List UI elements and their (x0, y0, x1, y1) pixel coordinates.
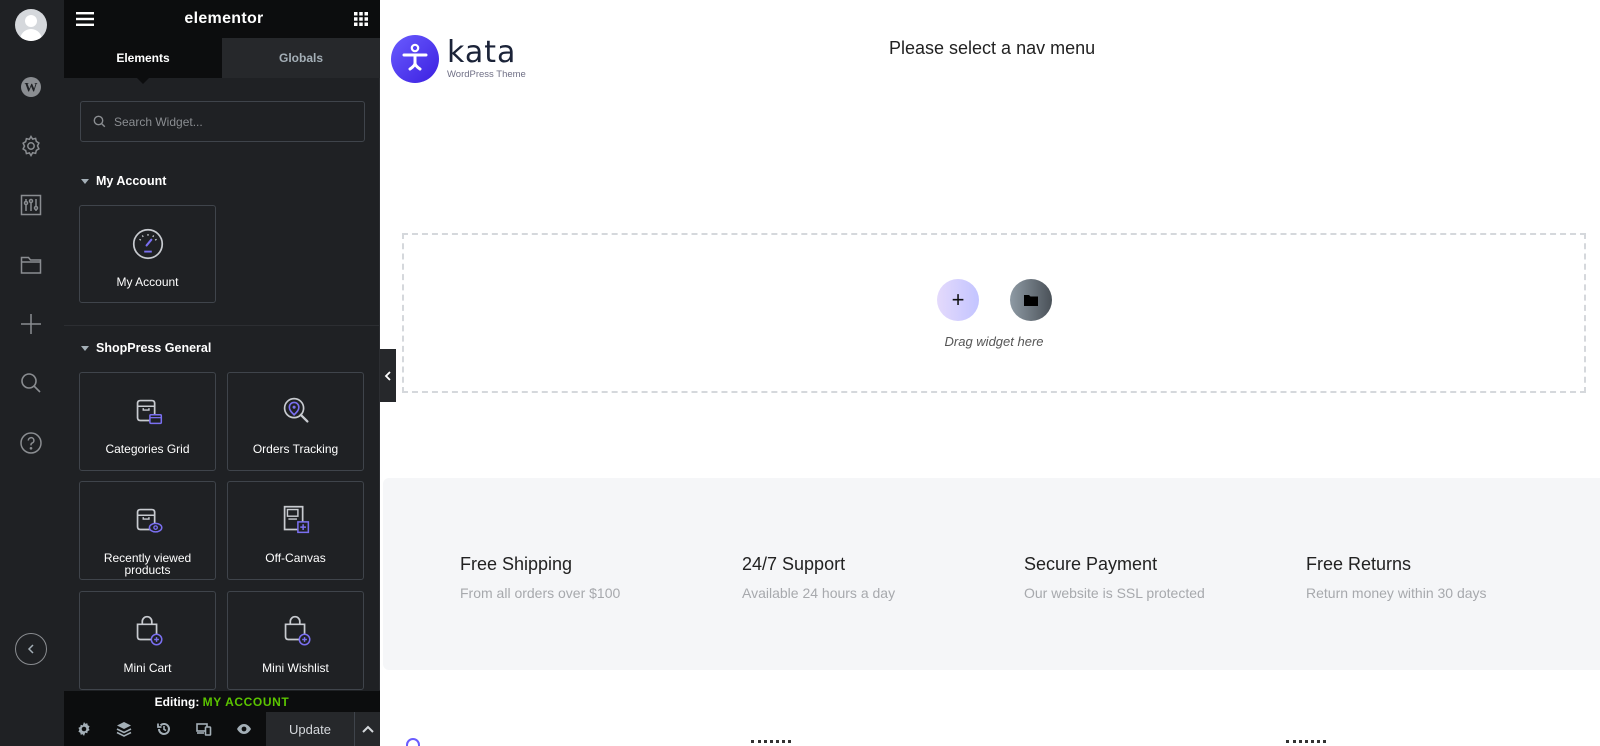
widget-label: Mini Cart (123, 661, 172, 675)
partial-icon-below-fold (406, 738, 420, 746)
search-widget-input[interactable] (114, 114, 354, 129)
bag-plus-icon (128, 610, 168, 650)
folder-icon (1024, 295, 1038, 306)
collapse-rail-button[interactable] (15, 633, 47, 665)
widget-label: Off-Canvas (265, 551, 326, 565)
folder-icon[interactable] (16, 250, 46, 280)
dashboard-gauge-icon (128, 224, 168, 264)
preview-button[interactable] (224, 712, 264, 746)
location-search-icon (276, 391, 316, 431)
navigator-layers-icon (116, 722, 132, 737)
empty-section-dropzone[interactable]: + Drag widget here (402, 233, 1586, 393)
tab-globals[interactable]: Globals (222, 38, 380, 78)
feature-item: Secure Payment Our website is SSL protec… (1024, 554, 1205, 601)
site-logo[interactable]: kata WordPress Theme (391, 35, 526, 83)
settings-icon (78, 722, 90, 736)
user-avatar[interactable] (15, 9, 47, 41)
feature-subtitle: Available 24 hours a day (742, 585, 896, 601)
elementor-panel: elementor Elements Globals My Account My… (64, 0, 380, 746)
feature-item: Free Shipping From all orders over $100 (460, 554, 620, 601)
feature-item: 24/7 Support Available 24 hours a day (742, 554, 895, 601)
chevron-up-icon (361, 725, 374, 733)
editing-prefix: Editing: (154, 695, 200, 709)
bag-plus-icon (276, 610, 316, 650)
kata-logo-mark-icon (391, 35, 439, 83)
widget-mini-cart[interactable]: Mini Cart (79, 591, 216, 690)
help-icon[interactable] (16, 428, 46, 458)
widget-label: Orders Tracking (252, 442, 339, 456)
widget-label: My Account (116, 275, 179, 289)
preview-eye-icon (237, 724, 251, 734)
panel-tabs: Elements Globals (64, 38, 380, 84)
widget-recently-viewed[interactable]: Recently viewed products (79, 481, 216, 580)
history-button[interactable] (144, 712, 184, 746)
hamburger-menu-icon[interactable] (76, 12, 94, 26)
panel-header: elementor (64, 0, 380, 38)
editing-document-bar: Editing: MY ACCOUNT (64, 690, 380, 712)
panel-plus-icon (276, 500, 316, 540)
category-my-account[interactable]: My Account (81, 174, 166, 188)
history-icon (157, 722, 170, 735)
feature-title: 24/7 Support (742, 554, 846, 574)
update-button[interactable]: Update (266, 712, 354, 746)
template-library-button[interactable] (1010, 279, 1052, 321)
box-eye-icon (128, 500, 168, 540)
feature-title: Free Returns (1306, 554, 1412, 574)
add-section-button[interactable]: + (937, 279, 979, 321)
widget-label: Mini Wishlist (262, 661, 329, 675)
feature-subtitle: From all orders over $100 (460, 585, 621, 601)
settings-button[interactable] (64, 712, 104, 746)
save-options-button[interactable] (354, 712, 380, 746)
caret-down-icon (81, 345, 89, 351)
category-shoppress-general[interactable]: ShopPress General (81, 341, 211, 355)
widget-orders-tracking[interactable]: Orders Tracking (227, 372, 364, 471)
sliders-icon[interactable] (16, 190, 46, 220)
widget-search (80, 101, 365, 142)
partial-text-below-fold (751, 740, 791, 746)
drag-widget-hint: Drag widget here (944, 334, 1044, 349)
icon-rail: W (0, 0, 64, 746)
search-icon (93, 115, 106, 128)
elementor-editor: W elementor Elements Globals Search Widg… (0, 0, 1600, 746)
feature-title: Secure Payment (1024, 554, 1158, 574)
category-title: My Account (96, 174, 167, 188)
widgets-grid-icon[interactable] (353, 12, 368, 26)
editing-document-name[interactable]: MY ACCOUNT (203, 695, 290, 709)
gear-icon[interactable] (16, 131, 46, 161)
logo-brand: kata (447, 34, 517, 70)
feature-subtitle: Return money within 30 days (1306, 585, 1487, 601)
widget-off-canvas[interactable]: Off-Canvas (227, 481, 364, 580)
widget-my-account[interactable]: My Account (79, 205, 216, 303)
search-icon[interactable] (16, 368, 46, 398)
logo-tagline: WordPress Theme (447, 68, 526, 80)
chevron-left-icon (384, 370, 391, 381)
preview-canvas: kata WordPress Theme Please select a nav… (381, 0, 1600, 746)
widget-label: Recently viewed products (103, 551, 192, 577)
chevron-left-icon (27, 644, 34, 654)
widget-label: Categories Grid (105, 442, 190, 456)
navigator-button[interactable] (104, 712, 144, 746)
feature-subtitle: Our website is SSL protected (1024, 585, 1205, 601)
plus-icon[interactable] (16, 309, 46, 339)
widget-categories-grid[interactable]: Categories Grid (79, 372, 216, 471)
tab-elements[interactable]: Elements (64, 38, 222, 84)
feature-item: Free Returns Return money within 30 days (1306, 554, 1487, 601)
box-folder-icon (128, 391, 168, 431)
hide-panel-toggle[interactable] (380, 349, 396, 402)
responsive-mode-button[interactable] (184, 712, 224, 746)
widget-mini-wishlist[interactable]: Mini Wishlist (227, 591, 364, 690)
plus-icon: + (951, 287, 965, 312)
category-title: ShopPress General (96, 341, 212, 355)
features-section: Free Shipping From all orders over $100 … (383, 478, 1600, 670)
caret-down-icon (81, 178, 89, 184)
elementor-logo: elementor (184, 10, 264, 27)
nav-menu-placeholder: Please select a nav menu (889, 38, 1096, 58)
svg-text:W: W (25, 80, 38, 95)
partial-text-below-fold (1286, 740, 1326, 746)
responsive-icon (196, 723, 212, 736)
feature-title: Free Shipping (460, 554, 573, 574)
wordpress-icon[interactable]: W (16, 72, 46, 102)
section-divider (64, 325, 380, 326)
panel-footer: Update (64, 712, 380, 746)
